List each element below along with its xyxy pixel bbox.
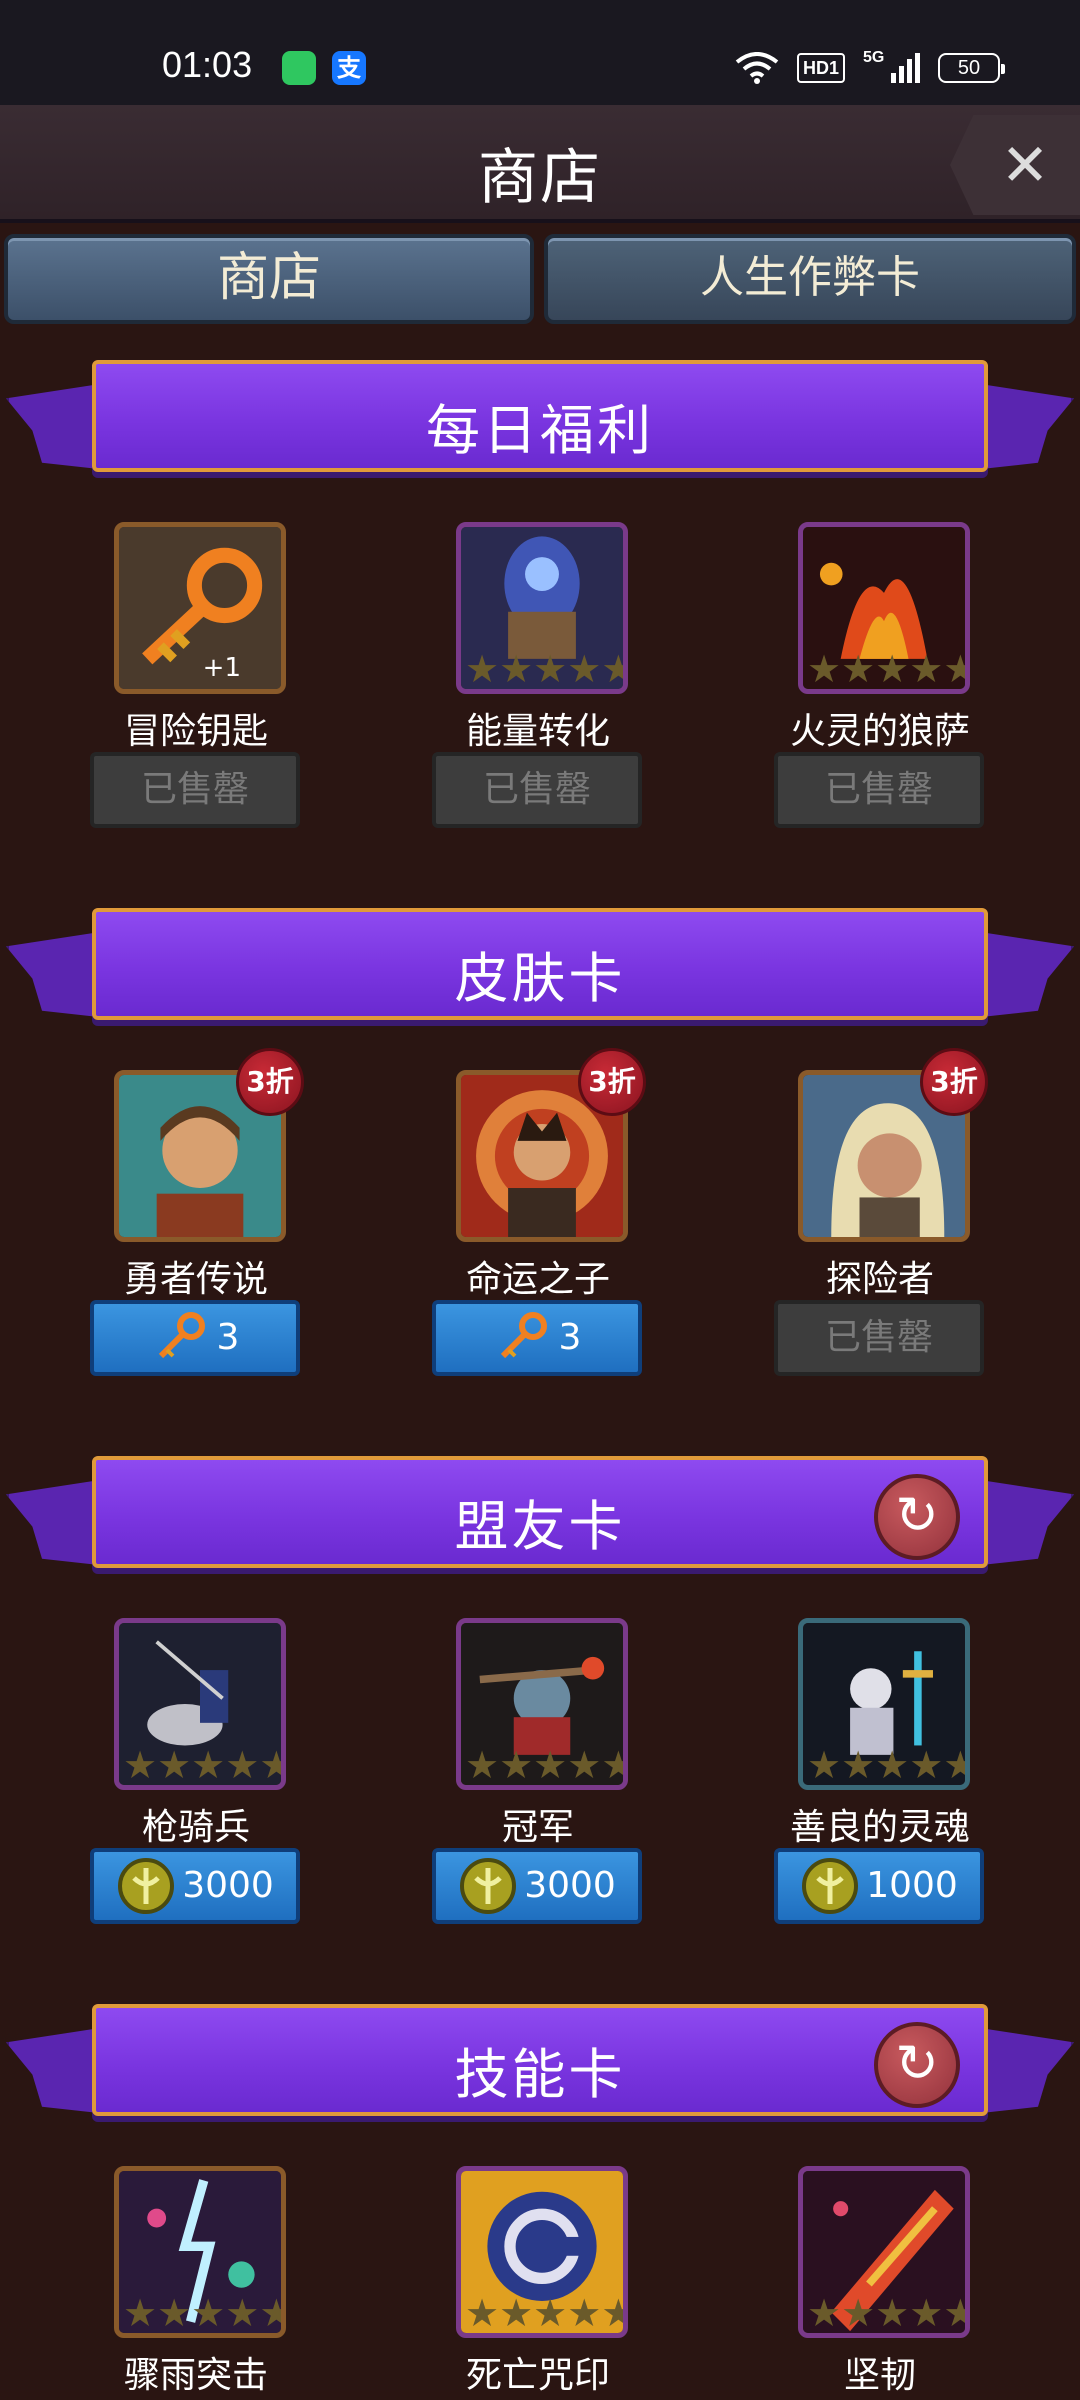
price-label: 3 [558,1317,582,1358]
item-icon: ★★★★★ [798,522,970,694]
signal-icon: 5G [863,49,920,83]
refresh-button[interactable]: ↻ [874,2022,960,2108]
message-app-icon [282,51,316,85]
buy-button[interactable]: 3000 [90,1848,300,1924]
price-label: 3000 [182,1865,274,1906]
section-header-skins: 皮肤卡 [0,898,1080,1038]
star-rating: ★★★★★ [465,647,623,691]
section-header-allies: 盟友卡 ↻ [0,1446,1080,1586]
item-name: 冒险钥匙 [123,711,268,752]
buy-button[interactable]: 3 [90,1300,300,1376]
item-icon: ★★★★★ [798,2166,970,2338]
item-icon: ★★★★★ [114,2166,286,2338]
tab-bar: 商店 人生作弊卡 [0,228,1080,328]
item-name: 善良的灵魂 [789,1807,970,1848]
star-rating: ★★★★★ [807,1743,965,1787]
item-icon: +1 [114,522,286,694]
gold-coin-icon [802,1858,859,1914]
item-name: 命运之子 [465,1259,610,1300]
shop-header: 商店 ✕ [0,105,1080,223]
gold-coin-icon [118,1858,175,1914]
key-icon [119,527,281,689]
close-button[interactable]: ✕ [950,115,1080,215]
sold-out-button[interactable]: 已售罄 [90,752,300,828]
item-icon: ★★★★★ [456,2166,628,2338]
close-icon: ✕ [1000,131,1050,199]
star-rating: ★★★★★ [465,1743,623,1787]
refresh-button[interactable]: ↻ [874,1474,960,1560]
item-name: 能量转化 [465,711,610,752]
battery-icon: 50 [938,53,1005,83]
star-rating: ★★★★★ [465,2291,623,2335]
price-label: 1000 [866,1865,958,1906]
item-quantity: +1 [202,653,241,683]
gold-coin-icon [460,1858,517,1914]
sold-out-button[interactable]: 已售罄 [432,752,642,828]
alipay-icon: 支 [332,51,366,85]
item-name: 枪骑兵 [141,1807,250,1848]
page-title: 商店 [478,143,602,213]
item-name: 冠军 [501,1807,574,1848]
discount-badge: 3折 [578,1048,646,1116]
tab-life-cheat-cards[interactable]: 人生作弊卡 [544,234,1076,324]
section-title: 每日福利 [426,399,654,462]
buy-button[interactable]: 1000 [774,1848,984,1924]
refresh-icon: ↻ [895,2034,939,2094]
star-rating: ★★★★★ [807,2291,965,2335]
price-label: 3000 [524,1865,616,1906]
wifi-icon [735,52,779,84]
status-bar: 01:03 支 HD1 5G 50 [0,0,1080,105]
section-title: 盟友卡 [454,1495,626,1558]
buy-button[interactable]: 3 [432,1300,642,1376]
sold-out-button[interactable]: 已售罄 [774,1300,984,1376]
discount-badge: 3折 [920,1048,988,1116]
star-rating: ★★★★★ [123,2291,281,2335]
item-icon: ★★★★★ [456,1618,628,1790]
hd-icon: HD1 [796,53,845,83]
key-icon [158,1312,205,1359]
item-name: 火灵的狼萨 [789,711,970,752]
sold-out-button[interactable]: 已售罄 [774,752,984,828]
section-header-skills: 技能卡 ↻ [0,1994,1080,2134]
item-name: 死亡咒印 [465,2355,610,2396]
refresh-icon: ↻ [895,1486,939,1546]
tab-shop[interactable]: 商店 [4,234,534,324]
star-rating: ★★★★★ [807,647,965,691]
key-icon [500,1312,547,1359]
discount-badge: 3折 [236,1048,304,1116]
item-name: 骤雨突击 [123,2355,268,2396]
section-title: 技能卡 [454,2043,626,2106]
buy-button[interactable]: 3000 [432,1848,642,1924]
status-time: 01:03 [162,44,253,85]
item-icon: ★★★★★ [114,1618,286,1790]
star-rating: ★★★★★ [123,1743,281,1787]
item-icon: ★★★★★ [456,522,628,694]
item-icon: ★★★★★ [798,1618,970,1790]
section-title: 皮肤卡 [454,947,626,1010]
section-header-daily: 每日福利 [0,350,1080,490]
item-name: 勇者传说 [123,1259,268,1300]
item-name: 坚韧 [843,2355,916,2396]
price-label: 3 [216,1317,240,1358]
item-name: 探险者 [825,1259,934,1300]
